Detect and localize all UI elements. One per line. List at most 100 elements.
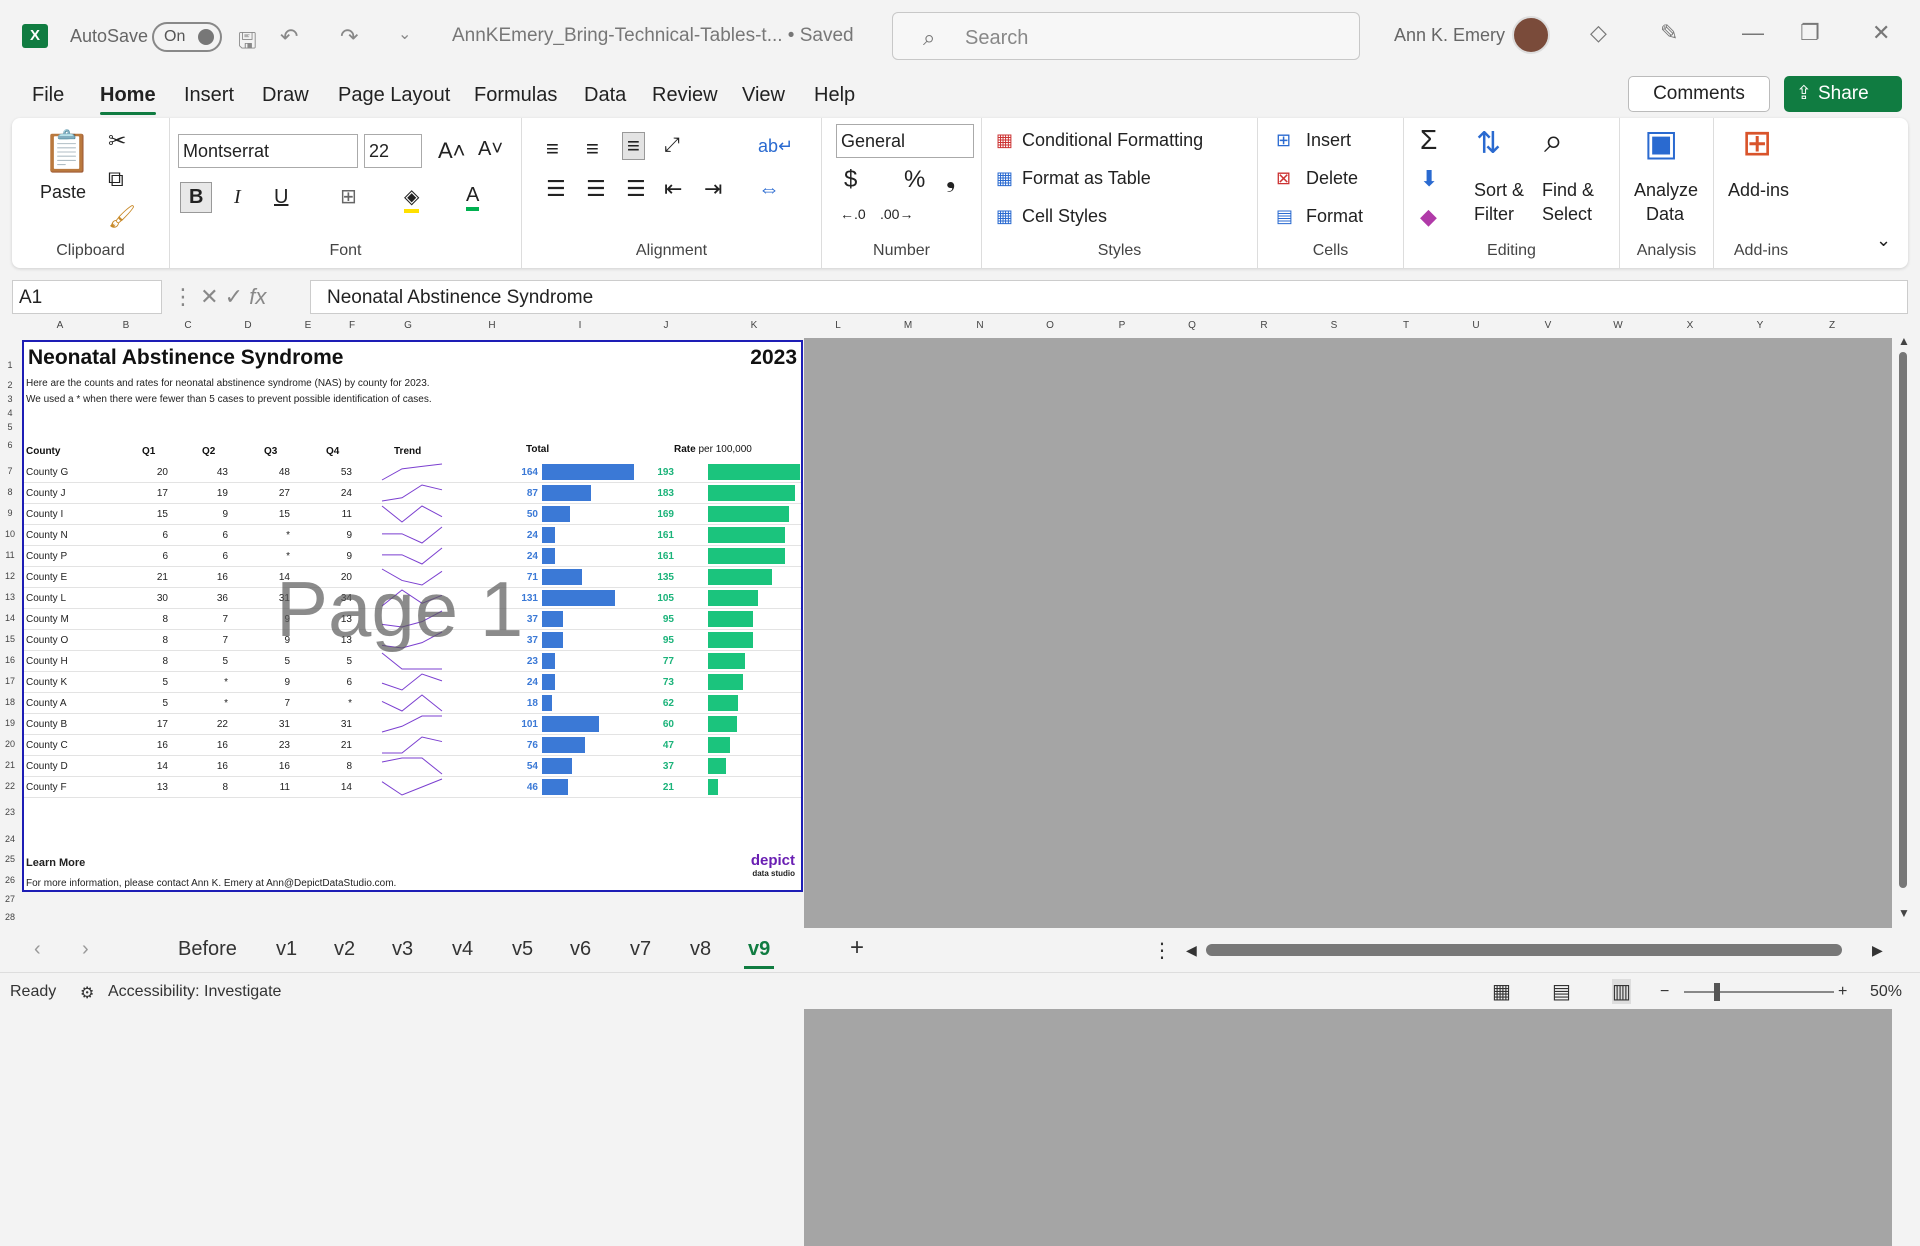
row-header[interactable]: 3 (0, 394, 20, 404)
row-header[interactable]: 19 (0, 718, 20, 728)
accessibility-status[interactable]: Accessibility: Investigate (108, 983, 281, 1001)
tab-v7[interactable]: v7 (630, 938, 651, 961)
menu-formulas[interactable]: Formulas (474, 84, 557, 107)
row-header[interactable]: 11 (0, 550, 20, 560)
delete-cells-button[interactable]: Delete (1306, 168, 1358, 189)
font-color-icon[interactable]: A (466, 184, 480, 211)
merge-center-icon[interactable]: ⇔ (758, 176, 780, 202)
row-header[interactable]: 15 (0, 634, 20, 644)
row-header[interactable]: 13 (0, 592, 20, 602)
row-header[interactable]: 9 (0, 508, 20, 518)
zoom-in-icon[interactable]: + (1838, 983, 1847, 1001)
sort-label-2[interactable]: Filter (1474, 204, 1514, 225)
column-header[interactable]: U (1466, 320, 1486, 336)
align-center-icon[interactable]: ☰ (586, 176, 606, 202)
find-label-1[interactable]: Find & (1542, 180, 1594, 201)
fill-icon[interactable]: ⬇ (1420, 166, 1438, 192)
addins-icon[interactable]: ⊞ (1742, 122, 1772, 164)
format-table-icon[interactable]: ▦ (996, 168, 1013, 189)
document-title[interactable]: AnnKEmery_Bring-Technical-Tables-t... • … (452, 25, 854, 47)
tab-v6[interactable]: v6 (570, 938, 591, 961)
zoom-out-icon[interactable]: − (1660, 983, 1669, 1001)
row-header[interactable]: 23 (0, 807, 20, 817)
menu-file[interactable]: File (32, 84, 64, 107)
cut-icon[interactable]: ✂ (108, 128, 126, 154)
user-name[interactable]: Ann K. Emery (1394, 25, 1505, 46)
save-icon[interactable]: 🖫 (238, 24, 257, 62)
sort-filter-icon[interactable]: ⇅ (1476, 126, 1501, 161)
tab-before[interactable]: Before (178, 938, 237, 961)
column-header[interactable]: G (398, 320, 418, 336)
increase-font-icon[interactable]: A˄ (438, 138, 466, 164)
row-header[interactable]: 26 (0, 875, 20, 885)
column-header[interactable]: P (1112, 320, 1132, 336)
zoom-level[interactable]: 50% (1870, 983, 1902, 1001)
row-header[interactable]: 1 (0, 360, 20, 370)
column-header[interactable]: D (238, 320, 258, 336)
find-select-icon[interactable]: ⌕ (1544, 122, 1563, 161)
row-header[interactable]: 20 (0, 739, 20, 749)
avatar[interactable] (1512, 16, 1550, 54)
paste-icon[interactable]: 📋 (42, 128, 92, 175)
formula-input[interactable]: Neonatal Abstinence Syndrome (310, 280, 1908, 314)
row-header[interactable]: 7 (0, 466, 20, 476)
tab-v5[interactable]: v5 (512, 938, 533, 961)
menu-data[interactable]: Data (584, 84, 626, 107)
font-name-select[interactable]: Montserrat (178, 134, 358, 168)
menu-home[interactable]: Home (100, 84, 156, 115)
column-header[interactable]: L (828, 320, 848, 336)
format-cells-button[interactable]: Format (1306, 206, 1363, 227)
format-painter-icon[interactable]: 🖌 (108, 204, 136, 230)
close-icon[interactable]: ✕ (1872, 20, 1890, 46)
format-cells-icon[interactable]: ▤ (1276, 206, 1293, 227)
analyze-label-1[interactable]: Analyze (1634, 180, 1698, 201)
percent-icon[interactable]: % (904, 166, 925, 194)
tab-v2[interactable]: v2 (334, 938, 355, 961)
hscroll-right-icon[interactable]: ▶ (1872, 942, 1883, 959)
name-box[interactable]: A1 (12, 280, 162, 314)
addins-button[interactable]: Add-ins (1728, 180, 1789, 201)
increase-decimal-icon[interactable]: ←.0 (840, 206, 866, 222)
row-header[interactable]: 25 (0, 854, 20, 864)
column-header[interactable]: Z (1822, 320, 1842, 336)
menu-page-layout[interactable]: Page Layout (338, 84, 450, 107)
column-header[interactable]: J (656, 320, 676, 336)
delete-cells-icon[interactable]: ⊠ (1276, 168, 1291, 189)
increase-indent-icon[interactable]: ⇥ (704, 176, 722, 202)
scroll-up-icon[interactable]: ▲ (1898, 334, 1910, 348)
underline-icon[interactable]: U (274, 186, 288, 209)
print-page[interactable]: Neonatal Abstinence Syndrome 2023 Here a… (22, 340, 803, 892)
tab-v1[interactable]: v1 (276, 938, 297, 961)
menu-help[interactable]: Help (814, 84, 855, 107)
comma-icon[interactable]: ❟ (946, 166, 955, 194)
pen-icon[interactable]: ✎ (1660, 20, 1678, 46)
menu-insert[interactable]: Insert (184, 84, 234, 107)
font-size-select[interactable]: 22 (364, 134, 422, 168)
row-header[interactable]: 10 (0, 529, 20, 539)
share-button[interactable]: Share (1784, 76, 1902, 112)
tab-v3[interactable]: v3 (392, 938, 413, 961)
scroll-down-icon[interactable]: ▼ (1898, 906, 1910, 920)
copy-icon[interactable]: ⧉ (108, 166, 124, 192)
column-header[interactable]: V (1538, 320, 1558, 336)
currency-icon[interactable]: $ (844, 166, 857, 194)
row-header[interactable]: 18 (0, 697, 20, 707)
align-top-icon[interactable]: ≡ (546, 136, 559, 162)
cell-styles-button[interactable]: Cell Styles (1022, 206, 1107, 227)
column-header[interactable]: X (1680, 320, 1700, 336)
undo-icon[interactable]: ↶ (280, 24, 298, 50)
restore-icon[interactable]: ❐ (1800, 20, 1820, 46)
bold-icon[interactable]: B (180, 182, 213, 213)
orientation-icon[interactable]: ⤢ (664, 134, 680, 157)
tab-next-icon[interactable]: › (82, 938, 89, 961)
column-header[interactable]: W (1608, 320, 1628, 336)
row-header[interactable]: 16 (0, 655, 20, 665)
column-header[interactable]: N (970, 320, 990, 336)
wrap-text-icon[interactable]: ab↵ (758, 136, 793, 157)
zoom-slider[interactable] (1684, 991, 1834, 993)
align-bottom-icon[interactable]: ≡ (622, 132, 645, 160)
column-header[interactable]: I (570, 320, 590, 336)
page-break-view-icon[interactable]: ▥ (1612, 979, 1631, 1004)
row-header[interactable]: 22 (0, 781, 20, 791)
cell-styles-icon[interactable]: ▦ (996, 206, 1013, 227)
